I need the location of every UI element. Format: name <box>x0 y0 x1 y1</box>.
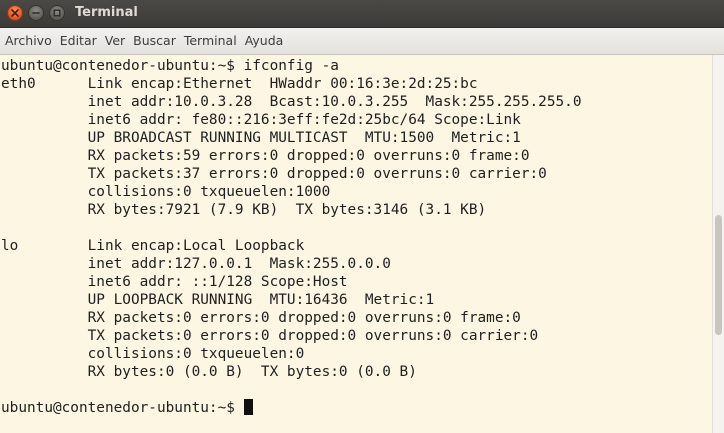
output-line: eth0 Link encap:Ethernet HWaddr 00:16:3e… <box>1 76 478 92</box>
output-line: inet addr:127.0.0.1 Mask:255.0.0.0 <box>1 256 391 272</box>
output-line: UP LOOPBACK RUNNING MTU:16436 Metric:1 <box>1 292 435 308</box>
minimize-button[interactable] <box>28 5 44 21</box>
prompt-line[interactable]: ubuntu@contenedor-ubuntu:~$ <box>1 399 712 417</box>
output-line: lo Link encap:Local Loopback <box>1 238 305 254</box>
close-button[interactable] <box>7 5 23 21</box>
menu-editar[interactable]: Editar <box>56 30 101 52</box>
terminal-output[interactable]: ubuntu@contenedor-ubuntu:~$ ifconfig -a … <box>0 55 712 433</box>
output-line: RX bytes:7921 (7.9 KB) TX bytes:3146 (3.… <box>1 202 487 218</box>
output-line: inet6 addr: fe80::216:3eff:fe2d:25bc/64 … <box>1 112 521 128</box>
output-line: RX packets:0 errors:0 dropped:0 overruns… <box>1 310 521 326</box>
output-line: RX bytes:0 (0.0 B) TX bytes:0 (0.0 B) <box>1 364 417 380</box>
maximize-button[interactable] <box>49 5 65 21</box>
output-line: UP BROADCAST RUNNING MULTICAST MTU:1500 … <box>1 130 521 146</box>
menu-bar: Archivo Editar Ver Buscar Terminal Ayuda <box>0 28 724 55</box>
output-line: TX packets:37 errors:0 dropped:0 overrun… <box>1 166 547 182</box>
terminal-window: Terminal Archivo Editar Ver Buscar Termi… <box>0 0 724 433</box>
menu-terminal[interactable]: Terminal <box>180 30 241 52</box>
menu-buscar[interactable]: Buscar <box>129 30 180 52</box>
output-line: TX packets:0 errors:0 dropped:0 overruns… <box>1 328 539 344</box>
maximize-icon <box>53 9 61 17</box>
output-line: inet addr:10.0.3.28 Bcast:10.0.3.255 Mas… <box>1 94 582 110</box>
window-title: Terminal <box>75 5 138 20</box>
output-line: collisions:0 txqueuelen:1000 <box>1 184 331 200</box>
block-cursor <box>243 399 253 415</box>
output-line: RX packets:59 errors:0 dropped:0 overrun… <box>1 148 530 164</box>
close-icon <box>11 9 19 17</box>
output-line: collisions:0 txqueuelen:0 <box>1 346 305 362</box>
menu-ver[interactable]: Ver <box>101 30 129 52</box>
menu-archivo[interactable]: Archivo <box>1 30 56 52</box>
prompt-text: ubuntu@contenedor-ubuntu:~$ <box>1 400 244 416</box>
output-line: inet6 addr: ::1/128 Scope:Host <box>1 274 348 290</box>
scrollbar[interactable] <box>712 55 724 433</box>
menu-ayuda[interactable]: Ayuda <box>241 30 288 52</box>
minimize-icon <box>32 12 40 14</box>
title-bar[interactable]: Terminal <box>0 0 724 28</box>
command-line: ubuntu@contenedor-ubuntu:~$ ifconfig -a <box>1 58 339 74</box>
scrollbar-thumb[interactable] <box>715 215 722 335</box>
